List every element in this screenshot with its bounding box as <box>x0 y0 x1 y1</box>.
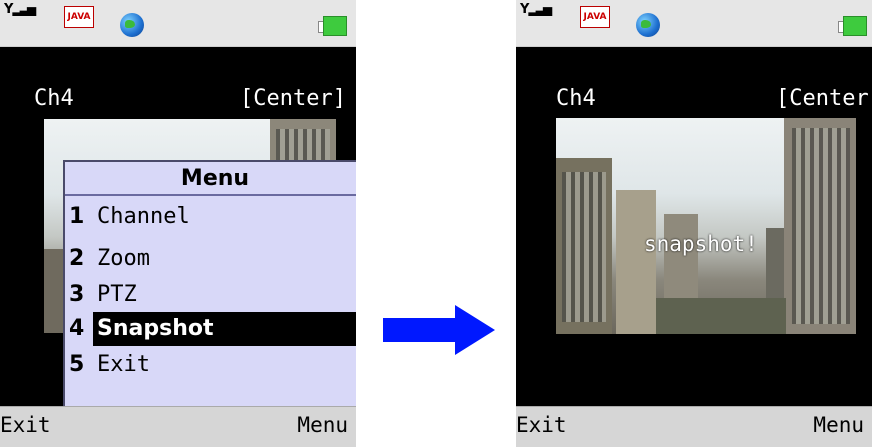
status-bar: Y▂▃▅ JAVA <box>0 0 356 47</box>
globe-icon <box>120 13 144 37</box>
java-icon: JAVA <box>580 6 610 28</box>
menu-item-number: 3 <box>69 282 85 307</box>
snapshot-toast: snapshot! <box>644 232 758 256</box>
arrow-right-icon <box>383 305 495 355</box>
options-menu: Menu 1 Channel 2 Zoom 3 PTZ 4 Snapshot 5… <box>63 160 356 408</box>
softkey-exit[interactable]: Exit <box>516 413 567 437</box>
softkey-bar: Exit Menu <box>516 406 872 447</box>
softkey-exit[interactable]: Exit <box>0 413 51 437</box>
softkey-menu[interactable]: Menu <box>813 413 864 437</box>
ptz-position-label: [Center] <box>776 86 872 111</box>
menu-item-ptz[interactable]: 3 PTZ <box>67 278 356 312</box>
softkey-bar: Exit Menu <box>0 406 356 447</box>
menu-item-snapshot[interactable]: 4 Snapshot <box>67 312 356 346</box>
menu-item-number: 5 <box>69 352 85 377</box>
menu-item-label: Channel <box>97 204 190 229</box>
battery-icon <box>838 16 868 36</box>
softkey-menu[interactable]: Menu <box>297 413 348 437</box>
ptz-position-label: [Center] <box>240 86 346 111</box>
menu-item-exit[interactable]: 5 Exit <box>67 348 356 382</box>
channel-label: Ch4 <box>556 86 596 111</box>
status-bar: Y▂▃▅ JAVA <box>516 0 872 47</box>
globe-icon <box>636 13 660 37</box>
battery-icon <box>318 16 348 36</box>
phone-screen-right: Y▂▃▅ JAVA Ch4 [Center] snapshot! Exit Me… <box>516 0 872 447</box>
channel-label: Ch4 <box>34 86 74 111</box>
menu-item-zoom[interactable]: 2 Zoom <box>67 242 356 276</box>
java-icon: JAVA <box>64 6 94 28</box>
signal-icon: Y▂▃▅ <box>520 2 552 17</box>
menu-title: Menu <box>65 164 356 196</box>
camera-view: snapshot! <box>556 118 856 334</box>
menu-item-label: Snapshot <box>93 312 356 346</box>
menu-item-label: PTZ <box>97 282 137 307</box>
menu-item-label: Zoom <box>97 246 150 271</box>
signal-icon: Y▂▃▅ <box>4 2 36 17</box>
menu-item-number: 1 <box>69 204 85 229</box>
phone-screen-left: Y▂▃▅ JAVA Ch4 [Center] Menu 1 Channel 2 … <box>0 0 356 447</box>
menu-item-label: Exit <box>97 352 150 377</box>
menu-item-channel[interactable]: 1 Channel <box>67 200 356 234</box>
menu-item-number: 4 <box>69 316 85 341</box>
menu-item-number: 2 <box>69 246 85 271</box>
